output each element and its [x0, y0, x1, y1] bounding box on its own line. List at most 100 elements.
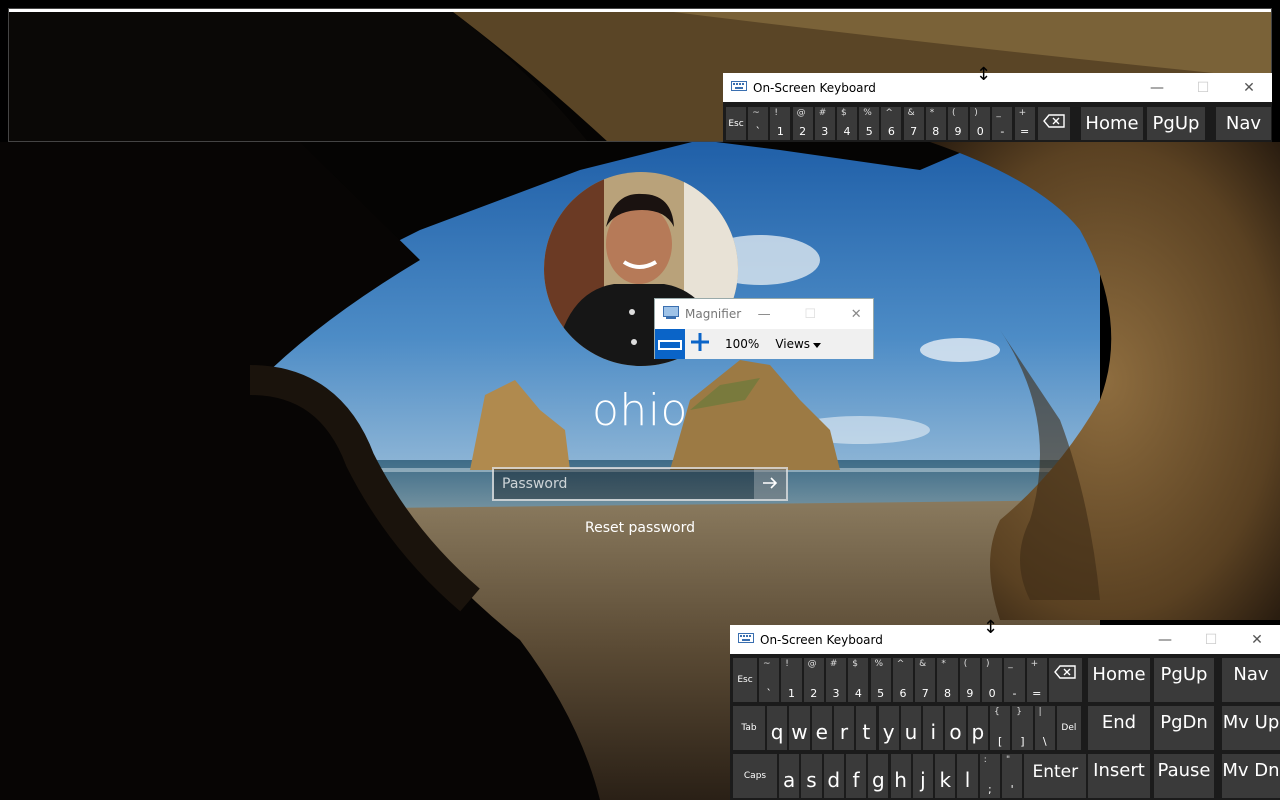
- key-o[interactable]: o: [945, 706, 966, 750]
- magnifier-window[interactable]: Magnifier — ☐ ✕ 100% Views: [654, 298, 874, 359]
- key-g[interactable]: g: [868, 754, 889, 798]
- key-caps[interactable]: Caps: [733, 754, 777, 798]
- key-7[interactable]: & 7: [903, 107, 924, 140]
- zoom-out-button[interactable]: [655, 329, 685, 359]
- key-1[interactable]: ! 1: [781, 658, 802, 702]
- key-y[interactable]: y: [878, 706, 899, 750]
- key-l[interactable]: l: [957, 754, 978, 798]
- key-0[interactable]: ) 0: [970, 107, 991, 140]
- key-2[interactable]: @2: [803, 658, 824, 702]
- maximize-button[interactable]: ☐: [1188, 625, 1234, 654]
- osk-title: On-Screen Keyboard: [753, 80, 876, 95]
- key-[interactable]: | \: [1034, 706, 1055, 750]
- key-9[interactable]: (9: [948, 107, 968, 140]
- zoom-in-button[interactable]: [685, 329, 715, 359]
- key-4[interactable]: $4: [848, 658, 869, 702]
- key-p[interactable]: p: [967, 706, 988, 750]
- magnifier-titlebar[interactable]: Magnifier — ☐ ✕: [655, 299, 873, 329]
- key-mvdn[interactable]: Mv Dn: [1222, 754, 1280, 798]
- key-[interactable]: }]: [1012, 706, 1033, 750]
- key-shift-label: #: [829, 659, 838, 669]
- key-mvup[interactable]: Mv Up: [1222, 706, 1280, 750]
- key-end[interactable]: End: [1088, 706, 1150, 750]
- key-home[interactable]: Home: [1088, 658, 1150, 702]
- key-7[interactable]: & 7: [915, 658, 936, 702]
- key-5[interactable]: % 5: [870, 658, 891, 702]
- key-r[interactable]: r: [833, 706, 855, 750]
- close-button[interactable]: ✕: [1226, 73, 1272, 102]
- key-esc[interactable]: Esc: [733, 658, 757, 702]
- key-3[interactable]: #3: [825, 658, 847, 702]
- key-h[interactable]: h: [890, 754, 911, 798]
- on-screen-keyboard-magnified[interactable]: On-Screen Keyboard — ☐ ✕ Esc ~ `! 1 @2 #3 $4% 5…: [723, 73, 1272, 142]
- key-nav[interactable]: Nav: [1222, 658, 1280, 702]
- key-u[interactable]: u: [900, 706, 922, 750]
- close-button[interactable]: ✕: [1234, 625, 1280, 654]
- maximize-button[interactable]: ☐: [1180, 73, 1226, 102]
- key-home[interactable]: Home: [1081, 107, 1143, 140]
- key-[interactable]: :;: [979, 754, 1000, 798]
- key-i[interactable]: i: [923, 706, 944, 750]
- key-5[interactable]: % 5: [859, 107, 880, 140]
- osk-titlebar[interactable]: On-Screen Keyboard — ☐ ✕: [723, 73, 1272, 102]
- key-d[interactable]: d: [823, 754, 844, 798]
- key-6[interactable]: ^ 6: [881, 107, 902, 140]
- key-w[interactable]: w: [789, 706, 810, 750]
- submit-button[interactable]: [754, 469, 786, 499]
- minimize-button[interactable]: —: [1142, 625, 1188, 654]
- views-dropdown[interactable]: Views: [775, 337, 822, 351]
- key-[interactable]: {[: [990, 706, 1011, 750]
- key-q[interactable]: q: [767, 706, 788, 750]
- key-[interactable]: + =: [1014, 107, 1035, 140]
- key-8[interactable]: * 8: [925, 107, 946, 140]
- key-backspace[interactable]: [1048, 658, 1082, 702]
- key-k[interactable]: k: [935, 754, 956, 798]
- key-j[interactable]: j: [912, 754, 934, 798]
- key-[interactable]: _ -: [1004, 658, 1025, 702]
- key-3[interactable]: #3: [814, 107, 835, 140]
- password-input[interactable]: [494, 469, 754, 499]
- key-enter[interactable]: Enter: [1024, 754, 1087, 798]
- key-9[interactable]: (9: [959, 658, 980, 702]
- key-label: Tab: [741, 723, 757, 733]
- key-0[interactable]: ) 0: [982, 658, 1003, 702]
- resize-cursor-icon: ↕: [983, 617, 999, 638]
- key-[interactable]: " ': [1002, 754, 1023, 798]
- key-a[interactable]: a: [779, 754, 800, 798]
- key-del[interactable]: Del: [1056, 706, 1081, 750]
- key-label: 3: [832, 687, 840, 700]
- close-button[interactable]: ✕: [833, 299, 879, 329]
- key-nav[interactable]: Nav: [1216, 107, 1271, 140]
- key-esc[interactable]: Esc: [726, 107, 746, 140]
- key-[interactable]: _ -: [992, 107, 1013, 140]
- key-t[interactable]: t: [856, 706, 877, 750]
- key-e[interactable]: e: [811, 706, 832, 750]
- key-6[interactable]: ^ 6: [892, 658, 914, 702]
- key-[interactable]: + =: [1026, 658, 1047, 702]
- key-pause[interactable]: Pause: [1154, 754, 1214, 798]
- key-2[interactable]: @2: [792, 107, 813, 140]
- key-pgup[interactable]: PgUp: [1147, 107, 1205, 140]
- minimize-button[interactable]: —: [1134, 73, 1180, 102]
- key-1[interactable]: ! 1: [770, 107, 791, 140]
- key-pgup[interactable]: PgUp: [1154, 658, 1214, 702]
- on-screen-keyboard[interactable]: On-Screen Keyboard — ☐ ✕ Esc ~ `! 1 @2 #3 $4% 5…: [730, 625, 1280, 800]
- key-label: Nav: [1233, 664, 1269, 685]
- key-[interactable]: ~ `: [748, 107, 769, 140]
- minimize-button[interactable]: —: [741, 299, 787, 329]
- reset-password-link[interactable]: Reset password: [0, 520, 1280, 536]
- osk-titlebar[interactable]: On-Screen Keyboard — ☐ ✕: [730, 625, 1280, 654]
- key-f[interactable]: f: [845, 754, 867, 798]
- key-label: 5: [877, 687, 885, 700]
- key-8[interactable]: * 8: [937, 658, 958, 702]
- key-tab[interactable]: Tab: [733, 706, 765, 750]
- key-insert[interactable]: Insert: [1088, 754, 1150, 798]
- magnifier-toolbar: 100% Views: [655, 329, 873, 359]
- key-backspace[interactable]: [1037, 107, 1070, 140]
- key-4[interactable]: $4: [837, 107, 857, 140]
- key-pgdn[interactable]: PgDn: [1154, 706, 1214, 750]
- key-s[interactable]: s: [801, 754, 822, 798]
- maximize-button[interactable]: ☐: [787, 299, 833, 329]
- key-label: k: [939, 768, 952, 792]
- key-[interactable]: ~ `: [759, 658, 780, 702]
